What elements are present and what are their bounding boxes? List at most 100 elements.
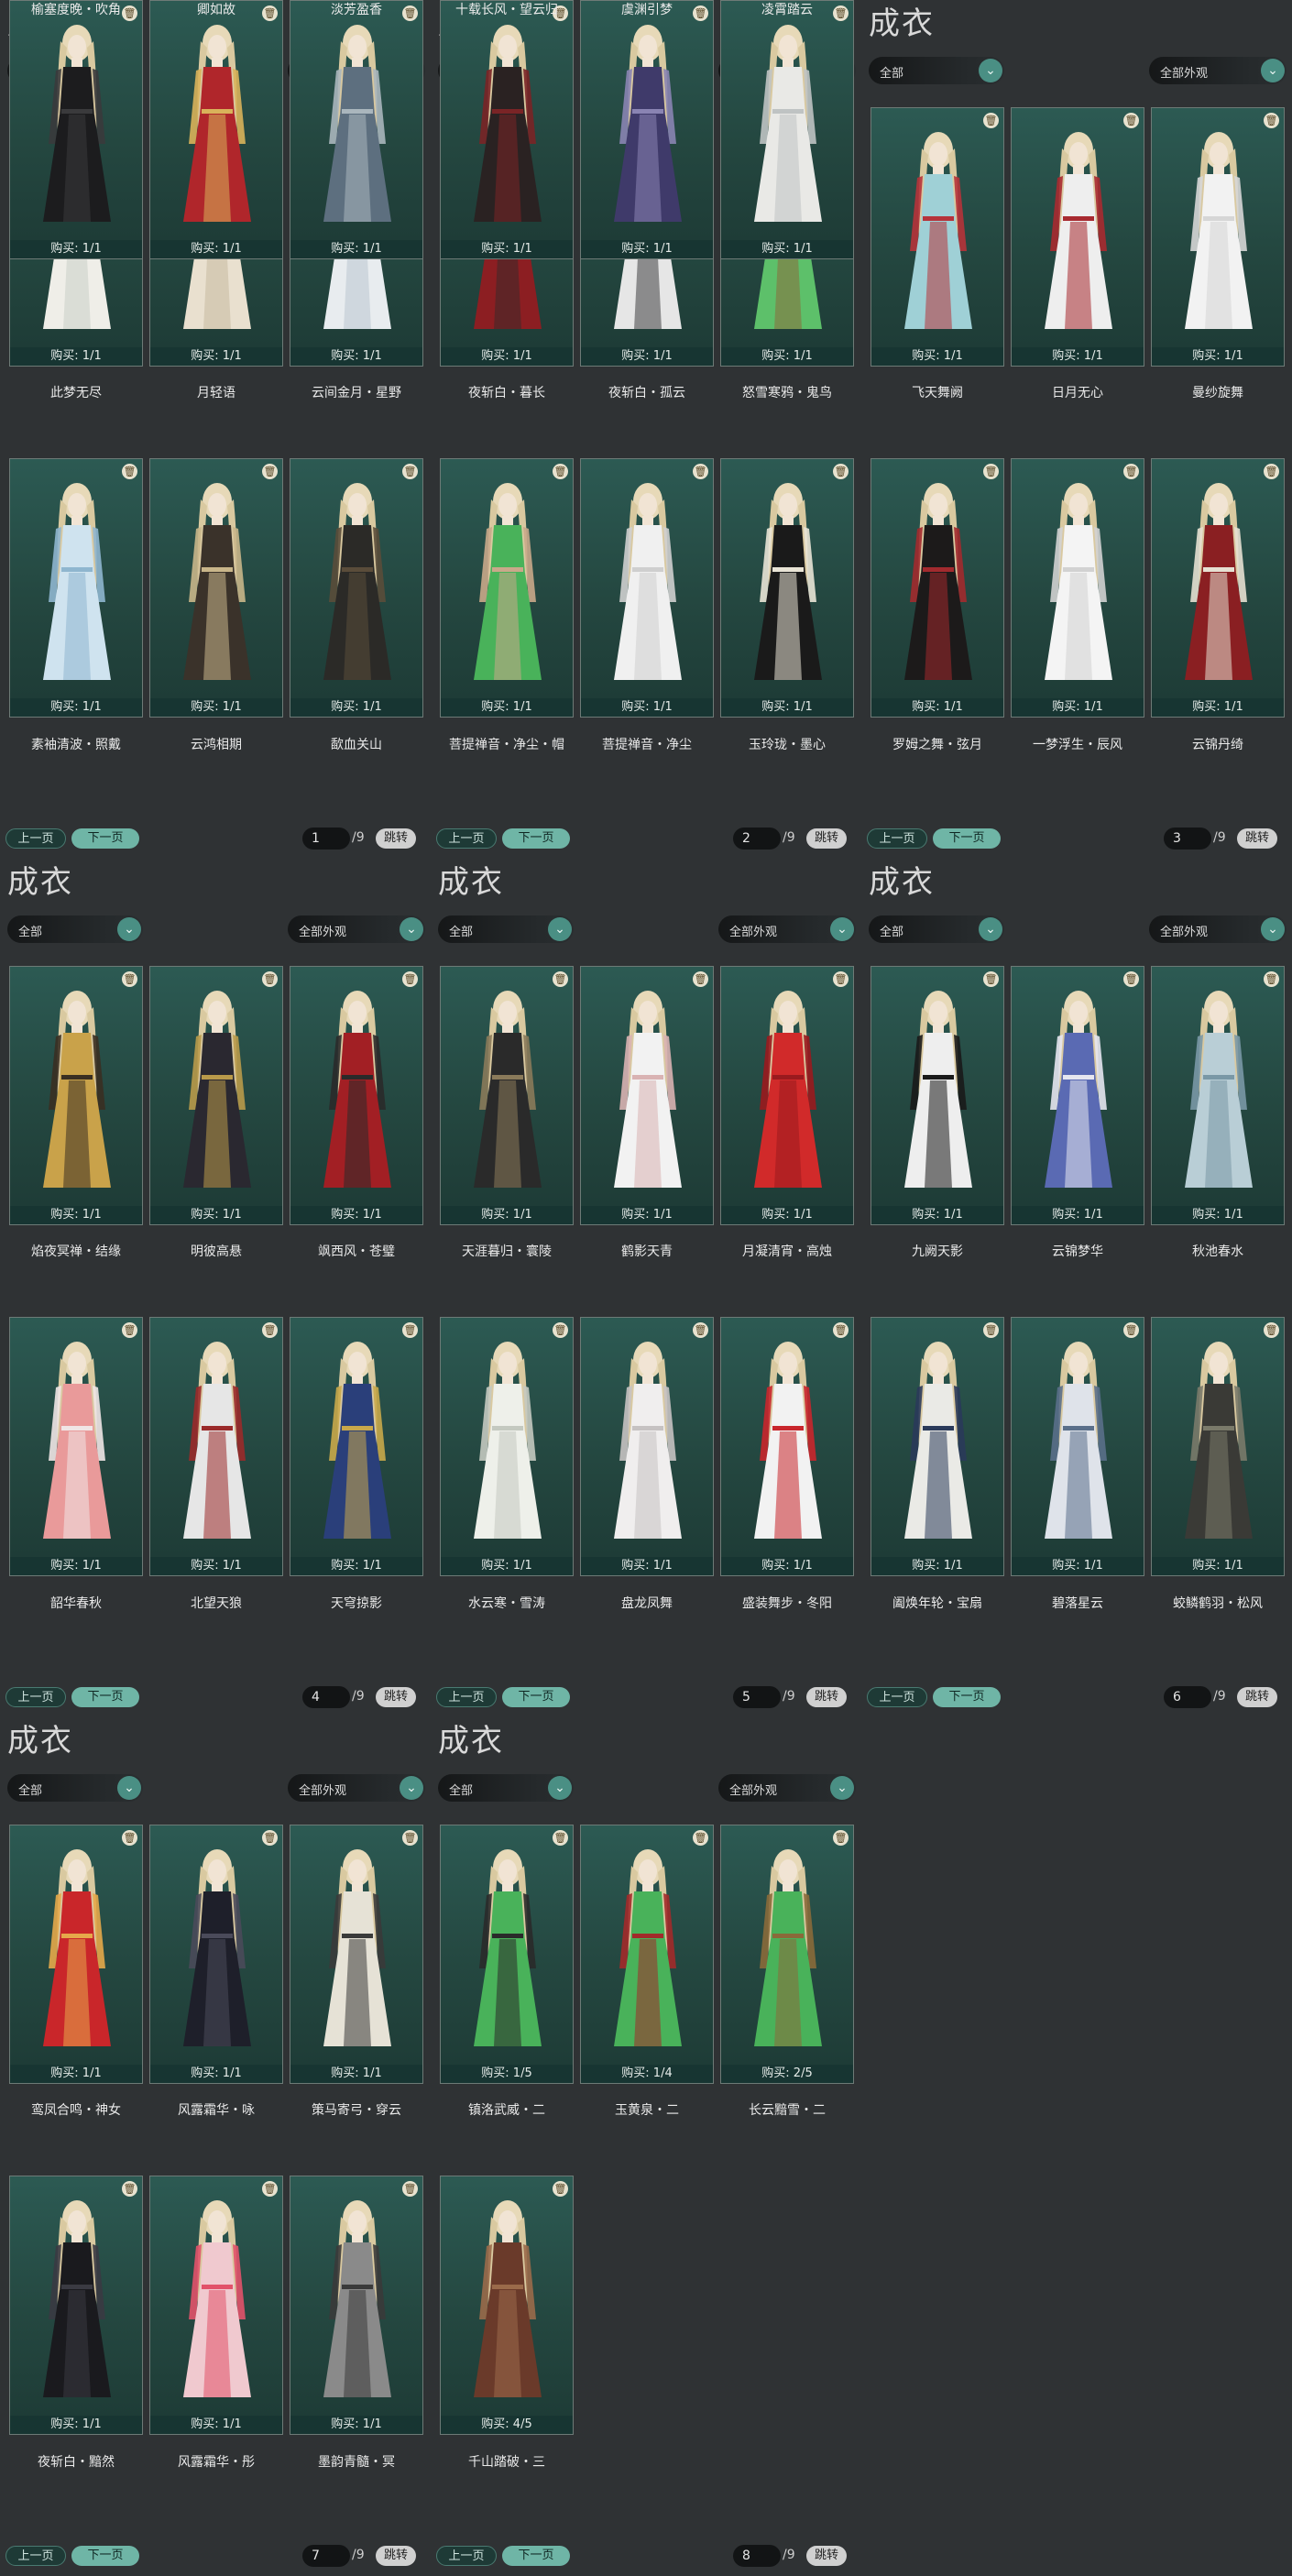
prev-page-button[interactable]: 上一页: [436, 2546, 497, 2566]
category-dropdown[interactable]: 全部 ⌄: [7, 1774, 143, 1802]
trash-icon[interactable]: 🗑: [983, 464, 999, 479]
outfit-card[interactable]: 🗑 购买: 4/5: [440, 2176, 574, 2435]
page-number-input[interactable]: 1: [302, 828, 350, 850]
trash-icon[interactable]: 🗑: [983, 971, 999, 987]
chevron-down-icon[interactable]: ⌄: [548, 917, 572, 941]
trash-icon[interactable]: 🗑: [402, 971, 418, 987]
appearance-dropdown[interactable]: 全部外观 ⌄: [288, 1774, 425, 1802]
trash-icon[interactable]: 🗑: [1264, 464, 1279, 479]
trash-icon[interactable]: 🗑: [1264, 971, 1279, 987]
outfit-card[interactable]: 🗑购买: 1/1: [1011, 966, 1144, 1225]
next-page-button[interactable]: 下一页: [71, 2546, 139, 2566]
jump-button[interactable]: 跳转: [1237, 828, 1277, 849]
trash-icon[interactable]: 🗑: [402, 1322, 418, 1338]
chevron-down-icon[interactable]: ⌄: [548, 1776, 572, 1800]
appearance-dropdown[interactable]: 全部外观 ⌄: [718, 1774, 856, 1802]
category-dropdown[interactable]: 全部 ⌄: [869, 915, 1004, 943]
outfit-card[interactable]: 🗑购买: 1/1: [1011, 107, 1144, 367]
jump-button[interactable]: 跳转: [806, 1687, 847, 1707]
outfit-card[interactable]: 🗑购买: 1/1: [1011, 458, 1144, 718]
outfit-card[interactable]: 🗑购买: 1/1: [290, 966, 423, 1225]
outfit-card[interactable]: 🗑购买: 1/1: [290, 0, 423, 259]
trash-icon[interactable]: 🗑: [553, 2181, 568, 2197]
chevron-down-icon[interactable]: ⌄: [979, 59, 1002, 82]
trash-icon[interactable]: 🗑: [833, 464, 849, 479]
trash-icon[interactable]: 🗑: [402, 2181, 418, 2197]
trash-icon[interactable]: 🗑: [1123, 1322, 1139, 1338]
trash-icon[interactable]: 🗑: [122, 1830, 137, 1846]
outfit-card[interactable]: 🗑购买: 1/1: [870, 1317, 1004, 1576]
outfit-card[interactable]: 🗑购买: 1/1: [720, 458, 854, 718]
outfit-card[interactable]: 🗑购买: 1/1: [9, 2176, 143, 2435]
prev-page-button[interactable]: 上一页: [436, 828, 497, 849]
next-page-button[interactable]: 下一页: [71, 1687, 139, 1707]
trash-icon[interactable]: 🗑: [402, 1830, 418, 1846]
chevron-down-icon[interactable]: ⌄: [117, 1776, 141, 1800]
prev-page-button[interactable]: 上一页: [5, 1687, 66, 1707]
outfit-card[interactable]: 🗑购买: 1/1: [149, 0, 283, 259]
chevron-down-icon[interactable]: ⌄: [1261, 917, 1285, 941]
trash-icon[interactable]: 🗑: [983, 113, 999, 128]
outfit-card[interactable]: 🗑购买: 1/1: [440, 966, 574, 1225]
chevron-down-icon[interactable]: ⌄: [1261, 59, 1285, 82]
outfit-card[interactable]: 🗑购买: 1/1: [149, 966, 283, 1225]
trash-icon[interactable]: 🗑: [553, 1322, 568, 1338]
jump-button[interactable]: 跳转: [806, 828, 847, 849]
trash-icon[interactable]: 🗑: [262, 971, 278, 987]
next-page-button[interactable]: 下一页: [502, 828, 570, 849]
page-number-input[interactable]: 2: [733, 828, 781, 850]
outfit-card[interactable]: 🗑 购买: 2/5: [720, 1825, 854, 2084]
next-page-button[interactable]: 下一页: [502, 1687, 570, 1707]
chevron-down-icon[interactable]: ⌄: [400, 1776, 423, 1800]
outfit-card[interactable]: 🗑 购买: 1/5: [440, 1825, 574, 2084]
next-page-button[interactable]: 下一页: [502, 2546, 570, 2566]
prev-page-button[interactable]: 上一页: [867, 1687, 927, 1707]
page-number-input[interactable]: 3: [1164, 828, 1211, 850]
trash-icon[interactable]: 🗑: [122, 2181, 137, 2197]
prev-page-button[interactable]: 上一页: [5, 828, 66, 849]
outfit-card[interactable]: 🗑购买: 1/1: [870, 107, 1004, 367]
category-dropdown[interactable]: 全部 ⌄: [438, 915, 574, 943]
outfit-card[interactable]: 🗑购买: 1/1: [290, 1317, 423, 1576]
outfit-card[interactable]: 🗑购买: 1/1: [290, 2176, 423, 2435]
chevron-down-icon[interactable]: ⌄: [830, 1776, 854, 1800]
trash-icon[interactable]: 🗑: [122, 971, 137, 987]
trash-icon[interactable]: 🗑: [833, 1830, 849, 1846]
trash-icon[interactable]: 🗑: [1123, 113, 1139, 128]
trash-icon[interactable]: 🗑: [693, 971, 708, 987]
page-number-input[interactable]: 7: [302, 2545, 350, 2567]
outfit-card[interactable]: 🗑购买: 1/1: [1151, 107, 1285, 367]
category-dropdown[interactable]: 全部 ⌄: [438, 1774, 574, 1802]
chevron-down-icon[interactable]: ⌄: [400, 917, 423, 941]
jump-button[interactable]: 跳转: [1237, 1687, 1277, 1707]
category-dropdown[interactable]: 全部 ⌄: [7, 915, 143, 943]
jump-button[interactable]: 跳转: [376, 828, 416, 849]
page-number-input[interactable]: 6: [1164, 1686, 1211, 1708]
trash-icon[interactable]: 🗑: [1264, 113, 1279, 128]
trash-icon[interactable]: 🗑: [983, 1322, 999, 1338]
outfit-card[interactable]: 🗑购买: 1/1: [720, 0, 854, 259]
outfit-card[interactable]: 🗑购买: 1/1: [9, 1825, 143, 2084]
prev-page-button[interactable]: 上一页: [5, 2546, 66, 2566]
trash-icon[interactable]: 🗑: [262, 1322, 278, 1338]
page-number-input[interactable]: 4: [302, 1686, 350, 1708]
outfit-card[interactable]: 🗑购买: 1/1: [870, 966, 1004, 1225]
outfit-card[interactable]: 🗑购买: 1/1: [9, 966, 143, 1225]
trash-icon[interactable]: 🗑: [693, 1830, 708, 1846]
outfit-card[interactable]: 🗑购买: 1/1: [580, 458, 714, 718]
outfit-card[interactable]: 🗑购买: 1/1: [440, 458, 574, 718]
outfit-card[interactable]: 🗑购买: 1/1: [1151, 1317, 1285, 1576]
outfit-card[interactable]: 🗑购买: 1/1: [149, 1825, 283, 2084]
jump-button[interactable]: 跳转: [376, 1687, 416, 1707]
outfit-card[interactable]: 🗑 购买: 1/4: [580, 1825, 714, 2084]
trash-icon[interactable]: 🗑: [1123, 464, 1139, 479]
outfit-card[interactable]: 🗑购买: 1/1: [580, 1317, 714, 1576]
trash-icon[interactable]: 🗑: [262, 1830, 278, 1846]
trash-icon[interactable]: 🗑: [553, 464, 568, 479]
prev-page-button[interactable]: 上一页: [436, 1687, 497, 1707]
chevron-down-icon[interactable]: ⌄: [117, 917, 141, 941]
trash-icon[interactable]: 🗑: [262, 2181, 278, 2197]
outfit-card[interactable]: 🗑购买: 1/1: [149, 458, 283, 718]
trash-icon[interactable]: 🗑: [833, 1322, 849, 1338]
outfit-card[interactable]: 🗑购买: 1/1: [9, 458, 143, 718]
